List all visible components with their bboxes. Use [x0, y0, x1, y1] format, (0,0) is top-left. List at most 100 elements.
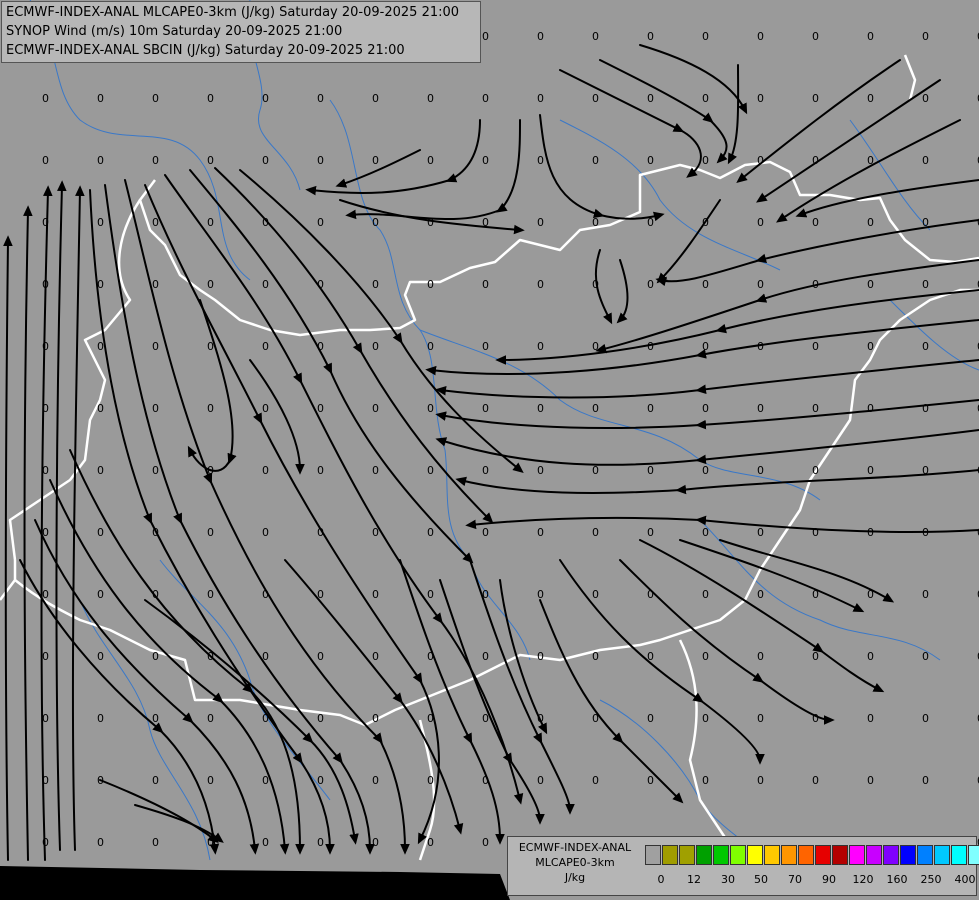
legend-swatch — [730, 845, 746, 865]
legend-swatch — [917, 845, 933, 865]
cin-value-label: 0 — [317, 402, 324, 415]
cin-value-label: 0 — [262, 650, 269, 663]
cin-value-label: 0 — [922, 340, 929, 353]
cin-value-label: 0 — [42, 774, 49, 787]
cin-value-label: 0 — [207, 402, 214, 415]
cin-value-label: 0 — [812, 278, 819, 291]
cin-value-label: 0 — [207, 526, 214, 539]
cin-value-label: 0 — [262, 154, 269, 167]
cin-value-label: 0 — [152, 712, 159, 725]
cin-value-label: 0 — [867, 588, 874, 601]
legend-swatch — [798, 845, 814, 865]
legend-unit: J/kg — [564, 871, 586, 884]
title-line-cin: ECMWF-INDEX-ANAL SBCIN (J/kg) Saturday 2… — [6, 43, 405, 58]
cin-value-label: 0 — [152, 340, 159, 353]
cin-value-label: 0 — [97, 836, 104, 849]
cin-value-label: 0 — [42, 92, 49, 105]
cin-value-label: 0 — [42, 278, 49, 291]
cin-value-label: 0 — [922, 774, 929, 787]
cin-value-label: 0 — [42, 464, 49, 477]
cin-value-label: 0 — [427, 836, 434, 849]
legend-tick-label: 0 — [657, 873, 665, 886]
cin-value-label: 0 — [757, 216, 764, 229]
cin-value-label: 0 — [757, 650, 764, 663]
cin-value-label: 0 — [42, 650, 49, 663]
cin-value-label: 0 — [317, 526, 324, 539]
cin-value-label: 0 — [97, 650, 104, 663]
cin-value-label: 0 — [757, 588, 764, 601]
legend-tick-label: 120 — [852, 873, 874, 886]
cin-value-label: 0 — [867, 30, 874, 43]
cin-value-label: 0 — [207, 216, 214, 229]
title-line-cape: ECMWF-INDEX-ANAL MLCAPE0-3km (J/kg) Satu… — [6, 5, 460, 20]
cin-value-label: 0 — [42, 154, 49, 167]
cin-value-label: 0 — [427, 712, 434, 725]
cin-value-label: 0 — [317, 712, 324, 725]
cin-value-label: 0 — [207, 774, 214, 787]
cin-value-label: 0 — [592, 402, 599, 415]
legend-swatch — [645, 845, 661, 865]
cin-value-label: 0 — [922, 402, 929, 415]
cin-value-label: 0 — [812, 464, 819, 477]
cin-value-label: 0 — [97, 526, 104, 539]
cin-value-label: 0 — [207, 650, 214, 663]
cin-value-label: 0 — [757, 402, 764, 415]
cin-value-label: 0 — [427, 154, 434, 167]
cin-value-label: 0 — [702, 526, 709, 539]
cin-value-label: 0 — [152, 650, 159, 663]
cin-value-label: 0 — [537, 216, 544, 229]
cin-value-label: 0 — [482, 588, 489, 601]
cin-value-label: 0 — [757, 464, 764, 477]
cin-value-label: 0 — [97, 402, 104, 415]
cin-value-label: 0 — [922, 154, 929, 167]
cin-value-label: 0 — [482, 774, 489, 787]
cin-value-label: 0 — [482, 464, 489, 477]
cin-value-label: 0 — [97, 154, 104, 167]
cin-value-label: 0 — [812, 588, 819, 601]
cin-value-label: 0 — [42, 588, 49, 601]
cin-value-label: 0 — [427, 340, 434, 353]
cin-value-label: 0 — [372, 836, 379, 849]
cin-value-label: 0 — [317, 216, 324, 229]
cin-value-label: 0 — [867, 774, 874, 787]
cin-value-label: 0 — [537, 30, 544, 43]
legend-tick-label: 12 — [687, 873, 701, 886]
cin-value-label: 0 — [922, 588, 929, 601]
cin-value-label: 0 — [427, 216, 434, 229]
legend-swatch — [781, 845, 797, 865]
cin-value-label: 0 — [702, 650, 709, 663]
cin-value-label: 0 — [42, 836, 49, 849]
legend-swatch — [764, 845, 780, 865]
cin-value-label: 0 — [262, 588, 269, 601]
cin-value-label: 0 — [757, 774, 764, 787]
cin-value-label: 0 — [482, 92, 489, 105]
cin-value-label: 0 — [867, 650, 874, 663]
cin-value-label: 0 — [592, 340, 599, 353]
cin-value-label: 0 — [152, 836, 159, 849]
cin-value-label: 0 — [317, 340, 324, 353]
cin-value-label: 0 — [207, 278, 214, 291]
cin-value-label: 0 — [757, 278, 764, 291]
cin-value-label: 0 — [812, 216, 819, 229]
cin-value-label: 0 — [317, 278, 324, 291]
cin-value-label: 0 — [372, 712, 379, 725]
cin-value-label: 0 — [647, 588, 654, 601]
cin-value-label: 0 — [592, 650, 599, 663]
cin-value-label: 0 — [262, 712, 269, 725]
cin-value-label: 0 — [757, 712, 764, 725]
cin-value-label: 0 — [482, 340, 489, 353]
legend-swatch — [849, 845, 865, 865]
cin-value-label: 0 — [427, 650, 434, 663]
cin-value-label: 0 — [97, 216, 104, 229]
legend-model: ECMWF-INDEX-ANAL — [518, 841, 632, 854]
cin-value-label: 0 — [97, 464, 104, 477]
cin-value-label: 0 — [427, 464, 434, 477]
cin-value-label: 0 — [592, 30, 599, 43]
cin-value-label: 0 — [152, 278, 159, 291]
cin-value-label: 0 — [317, 154, 324, 167]
legend-swatch — [900, 845, 916, 865]
cin-value-label: 0 — [317, 650, 324, 663]
cin-value-label: 0 — [537, 774, 544, 787]
cin-value-label: 0 — [592, 712, 599, 725]
legend-tick-label: 90 — [822, 873, 836, 886]
